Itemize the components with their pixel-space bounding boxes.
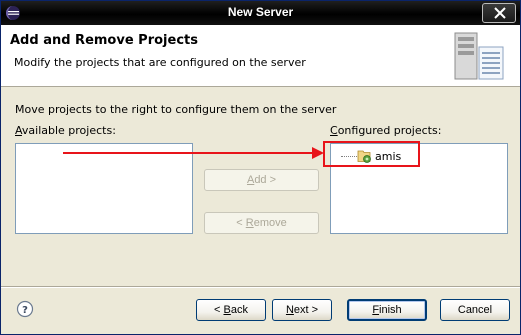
back-button[interactable]: < Back (196, 299, 266, 321)
help-icon[interactable]: ? (16, 300, 34, 318)
wizard-header: Add and Remove Projects Modify the proje… (1, 25, 520, 87)
footer-separator (1, 286, 520, 288)
svg-text:?: ? (22, 305, 28, 316)
close-button[interactable] (482, 3, 516, 23)
cancel-button[interactable]: Cancel (440, 299, 510, 321)
next-button[interactable]: Next > (272, 299, 332, 321)
configured-projects-label: Configured projects: (330, 124, 442, 137)
title-bar[interactable]: New Server (1, 1, 520, 25)
annotation-arrow (63, 146, 325, 163)
instruction-text: Move projects to the right to configure … (15, 103, 337, 116)
page-title: Add and Remove Projects (10, 33, 198, 48)
close-icon (494, 7, 506, 19)
window-title: New Server (227, 5, 294, 19)
server-wizard-icon (451, 31, 507, 86)
add-button[interactable]: Add > (204, 169, 319, 191)
annotation-highlight-box (323, 141, 420, 167)
finish-button[interactable]: Finish (347, 299, 427, 321)
remove-button[interactable]: < Remove (204, 212, 319, 234)
available-projects-label: Available projects: (15, 124, 116, 137)
page-description: Modify the projects that are configured … (14, 56, 306, 69)
new-server-dialog: New Server Add and Remove Projects Modif… (0, 0, 521, 335)
